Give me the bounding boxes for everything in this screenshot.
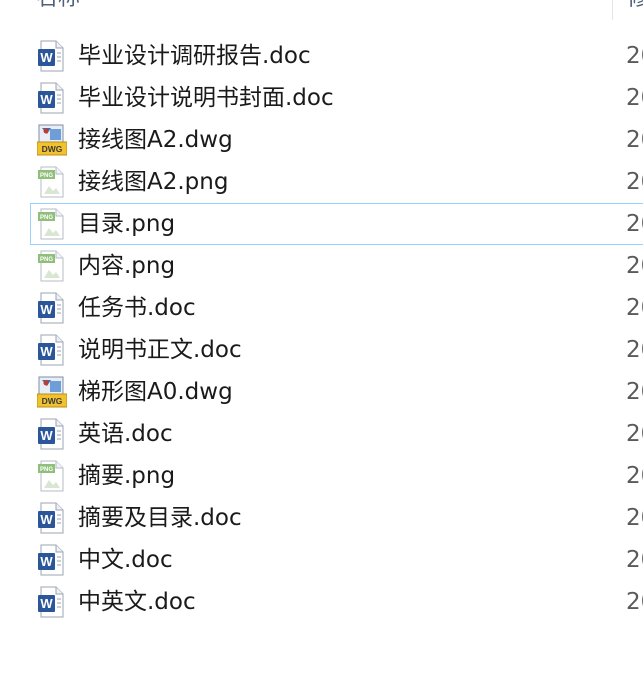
file-name[interactable]: 摘要及目录.doc	[78, 504, 242, 532]
file-modified-date: 20	[626, 505, 643, 531]
svg-text:PNG: PNG	[40, 467, 53, 473]
png-image-icon: PNG	[37, 208, 67, 240]
file-name[interactable]: 摘要.png	[78, 462, 175, 490]
svg-text:W: W	[40, 554, 53, 569]
file-name[interactable]: 中英文.doc	[78, 588, 196, 616]
file-modified-date: 20	[626, 463, 643, 489]
svg-text:PNG: PNG	[40, 215, 53, 221]
word-doc-icon: W	[37, 40, 67, 72]
file-modified-date: 20	[626, 127, 643, 153]
file-list: W 毕业设计调研报告.doc 20 W 毕业设计说明书封面.doc 20 DWG 接线图A2.…	[0, 35, 643, 623]
column-header-modified[interactable]: 修	[627, 0, 643, 10]
file-row[interactable]: W 英语.doc 20	[30, 413, 643, 455]
svg-text:W: W	[40, 512, 53, 527]
png-image-icon: PNG	[37, 166, 67, 198]
column-separator[interactable]	[612, 0, 613, 20]
file-modified-date: 20	[626, 295, 643, 321]
png-image-icon: PNG	[37, 460, 67, 492]
file-modified-date: 20	[626, 421, 643, 447]
svg-text:PNG: PNG	[40, 173, 53, 179]
file-name[interactable]: 接线图A2.dwg	[78, 126, 233, 154]
file-name[interactable]: 英语.doc	[78, 420, 173, 448]
file-modified-date: 20	[626, 169, 643, 195]
file-modified-date: 20	[626, 43, 643, 69]
dwg-file-icon: DWG	[36, 124, 68, 156]
svg-text:W: W	[40, 302, 53, 317]
file-modified-date: 20	[626, 211, 643, 237]
file-name[interactable]: 毕业设计调研报告.doc	[78, 42, 311, 70]
file-modified-date: 20	[626, 379, 643, 405]
word-doc-icon: W	[37, 544, 67, 576]
file-name[interactable]: 任务书.doc	[78, 294, 196, 322]
svg-text:W: W	[40, 92, 53, 107]
word-doc-icon: W	[37, 502, 67, 534]
file-row[interactable]: DWG 梯形图A0.dwg 20	[30, 371, 643, 413]
file-modified-date: 20	[626, 589, 643, 615]
dwg-file-icon: DWG	[36, 376, 68, 408]
file-row[interactable]: W 说明书正文.doc 20	[30, 329, 643, 371]
svg-text:W: W	[40, 344, 53, 359]
file-row[interactable]: W 毕业设计调研报告.doc 20	[30, 35, 643, 77]
file-modified-date: 20	[626, 85, 643, 111]
file-name[interactable]: 目录.png	[78, 210, 175, 238]
word-doc-icon: W	[37, 82, 67, 114]
file-row[interactable]: W 毕业设计说明书封面.doc 20	[30, 77, 643, 119]
svg-text:W: W	[40, 50, 53, 65]
file-row[interactable]: W 中文.doc 20	[30, 539, 643, 581]
file-modified-date: 20	[626, 337, 643, 363]
file-modified-date: 20	[626, 547, 643, 573]
column-header-row: 名称 修	[0, 0, 643, 20]
file-row[interactable]: PNG 摘要.png 20	[30, 455, 643, 497]
file-row[interactable]: W 中英文.doc 20	[30, 581, 643, 623]
file-row[interactable]: PNG 接线图A2.png 20	[30, 161, 643, 203]
file-name[interactable]: 内容.png	[78, 252, 175, 280]
word-doc-icon: W	[37, 418, 67, 450]
svg-text:W: W	[40, 596, 53, 611]
file-row[interactable]: DWG 接线图A2.dwg 20	[30, 119, 643, 161]
png-image-icon: PNG	[37, 250, 67, 282]
svg-text:DWG: DWG	[42, 144, 63, 154]
column-header-name[interactable]: 名称	[36, 0, 80, 10]
file-row[interactable]: W 任务书.doc 20	[30, 287, 643, 329]
file-explorer: 名称 修 W 毕业设计调研报告.doc 20 W 毕业设计说明书封面.doc 20 DWG 接…	[0, 0, 643, 686]
file-name[interactable]: 说明书正文.doc	[78, 336, 242, 364]
file-row[interactable]: PNG 目录.png 20	[30, 203, 643, 245]
file-row[interactable]: W 摘要及目录.doc 20	[30, 497, 643, 539]
file-name[interactable]: 毕业设计说明书封面.doc	[78, 84, 334, 112]
svg-text:W: W	[40, 428, 53, 443]
file-name[interactable]: 中文.doc	[78, 546, 173, 574]
file-modified-date: 20	[626, 253, 643, 279]
file-row[interactable]: PNG 内容.png 20	[30, 245, 643, 287]
svg-text:DWG: DWG	[42, 396, 63, 406]
file-name[interactable]: 接线图A2.png	[78, 168, 228, 196]
file-name[interactable]: 梯形图A0.dwg	[78, 378, 233, 406]
word-doc-icon: W	[37, 334, 67, 366]
word-doc-icon: W	[37, 292, 67, 324]
svg-text:PNG: PNG	[40, 257, 53, 263]
word-doc-icon: W	[37, 586, 67, 618]
